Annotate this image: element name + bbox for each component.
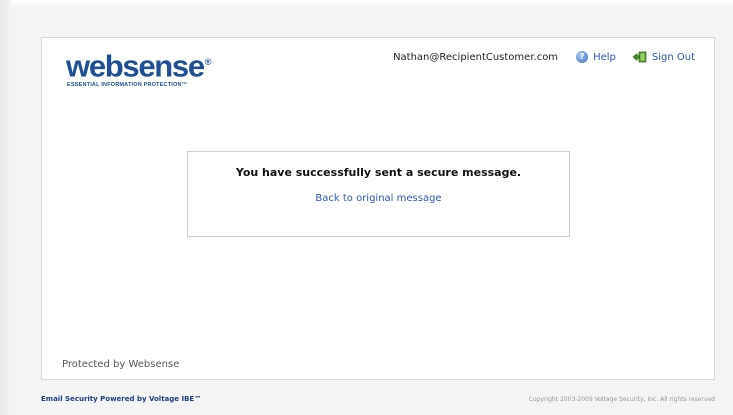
logo-suffix: sense <box>122 48 205 84</box>
window-top-edge <box>0 0 733 8</box>
help-link[interactable]: ? Help <box>576 51 616 63</box>
logo-wordmark: websense® <box>66 45 212 84</box>
logo-prefix: web <box>66 48 124 84</box>
user-email: Nathan@RecipientCustomer.com <box>393 51 559 63</box>
sign-out-label: Sign Out <box>651 51 695 63</box>
top-navigation: Nathan@RecipientCustomer.com ? Help Sign… <box>393 51 695 63</box>
back-to-original-link[interactable]: Back to original message <box>315 193 441 204</box>
copyright-text: Copyright 2003-2009 Voltage Security, In… <box>528 396 715 403</box>
websense-logo: websense® ESSENTIAL INFORMATION PROTECTI… <box>66 45 212 89</box>
main-panel: websense® ESSENTIAL INFORMATION PROTECTI… <box>41 37 715 380</box>
sign-out-link[interactable]: Sign Out <box>632 51 695 63</box>
confirmation-box: You have successfully sent a secure mess… <box>187 151 570 237</box>
logo-registered-mark: ® <box>204 57 212 67</box>
help-icon: ? <box>576 51 589 63</box>
protected-by-text: Protected by Websense <box>62 359 180 370</box>
powered-by-text: Email Security Powered by Voltage IBE™ <box>41 395 202 403</box>
window-left-edge <box>0 0 11 415</box>
sign-out-icon <box>632 51 647 63</box>
success-message: You have successfully sent a secure mess… <box>235 166 522 179</box>
help-label: Help <box>593 51 616 63</box>
